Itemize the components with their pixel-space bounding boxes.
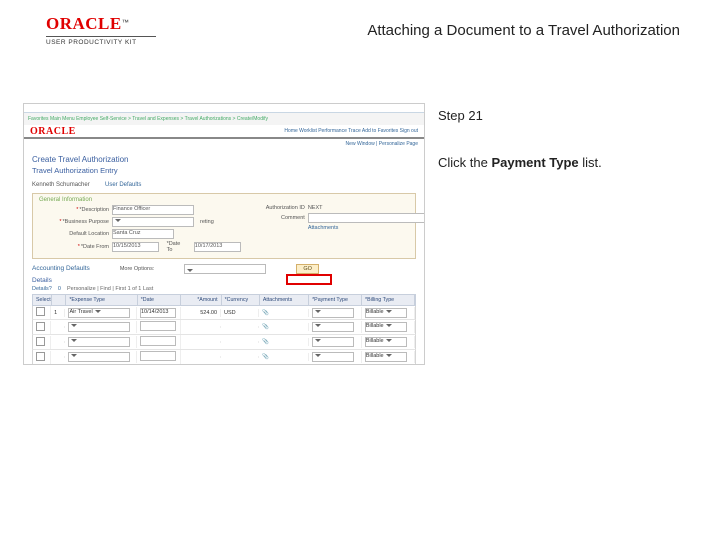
to-label: *Date To <box>167 241 187 253</box>
grid-header: Select *Expense Type *Date *Amount *Curr… <box>32 294 416 306</box>
expense-type-select[interactable] <box>68 352 130 362</box>
col-payment-type: *Payment Type <box>309 295 362 305</box>
row-checkbox[interactable] <box>36 322 45 331</box>
general-info-panel: General Information **DescriptionFinance… <box>32 193 416 259</box>
row-checkbox[interactable] <box>36 307 45 316</box>
date-input[interactable] <box>140 321 176 331</box>
paperclip-icon[interactable]: 📎 <box>262 354 269 360</box>
go-button[interactable]: GO <box>296 264 319 274</box>
top-links[interactable]: Home Worklist Performance Trace Add to F… <box>284 128 418 134</box>
table-row: 📎 Billable <box>32 320 416 335</box>
grid-pager[interactable]: Personalize | Find | First 1 of 1 Last <box>67 286 153 292</box>
instruction-pre: Click the <box>438 155 491 170</box>
brand-text: ORACLE <box>46 14 122 33</box>
embedded-screenshot: Favorites Main Menu Employee Self-Servic… <box>23 103 425 365</box>
page-h1: Create Travel Authorization <box>32 155 416 164</box>
date-to-input[interactable]: 10/17/2013 <box>194 242 241 252</box>
col-amount: *Amount <box>181 295 221 305</box>
comment-label: Comment <box>259 215 305 221</box>
billing-type-select[interactable]: Billable <box>365 322 407 332</box>
row-number <box>51 356 65 358</box>
table-row: 1Air Travel 10/14/2013 524.00USD📎 Billable <box>32 306 416 320</box>
payment-type-select[interactable] <box>312 352 354 362</box>
row-checkbox[interactable] <box>36 352 45 361</box>
details-header: Details <box>32 277 416 284</box>
date-input[interactable]: 10/14/2013 <box>140 308 176 318</box>
oracle-upk-logo: ORACLE™ USER PRODUCTIVITY KIT <box>46 14 156 46</box>
col-attachments: Attachments <box>260 295 309 305</box>
instruction-bold: Payment Type <box>491 155 578 170</box>
col-currency: *Currency <box>222 295 260 305</box>
details-tab[interactable]: Details? <box>32 286 52 292</box>
window-links[interactable]: New Window | Personalize Page <box>24 139 424 149</box>
billing-type-select[interactable]: Billable <box>365 308 407 318</box>
expense-type-select[interactable] <box>68 337 130 347</box>
col-select: Select <box>33 295 52 305</box>
row-checkbox[interactable] <box>36 337 45 346</box>
currency-cell[interactable] <box>221 356 259 358</box>
row-number: 1 <box>51 309 65 317</box>
payment-type-select[interactable] <box>312 308 354 318</box>
date-input[interactable] <box>140 351 176 361</box>
business-purpose-select[interactable] <box>112 217 194 227</box>
desc-label: *Description <box>79 207 109 213</box>
table-row: 📎 Billable <box>32 350 416 365</box>
description-input[interactable]: Finance Officer <box>112 205 194 215</box>
payment-type-select[interactable] <box>312 337 354 347</box>
col-date: *Date <box>138 295 182 305</box>
employee-name: Kenneth Schumacher <box>32 182 90 188</box>
expense-type-select[interactable] <box>68 322 130 332</box>
user-defaults-link[interactable]: User Defaults <box>105 182 141 188</box>
step-label: Step 21 <box>438 108 690 123</box>
page-title: Attaching a Document to a Travel Authori… <box>367 22 680 39</box>
table-row: 📎 Billable <box>32 335 416 350</box>
more-options-select[interactable] <box>184 264 266 274</box>
instruction-post: list. <box>579 155 602 170</box>
attachments-link[interactable]: Attachments <box>308 225 339 231</box>
col-billing-type: *Billing Type <box>362 295 415 305</box>
amount-cell[interactable] <box>181 356 221 358</box>
biz-label: *Business Purpose <box>63 219 109 225</box>
payment-type-select[interactable] <box>312 322 354 332</box>
currency-cell[interactable] <box>221 341 259 343</box>
amount-cell[interactable]: 524.00 <box>181 309 221 317</box>
amount-cell[interactable] <box>181 326 221 328</box>
brand-subtitle: USER PRODUCTIVITY KIT <box>46 36 156 46</box>
from-label: *Date From <box>81 244 109 250</box>
highlight-payment-type[interactable] <box>286 274 332 285</box>
row-number <box>51 341 65 343</box>
breadcrumb: Favorites Main Menu Employee Self-Servic… <box>24 113 424 125</box>
details-tab-2[interactable]: 0 <box>58 286 61 292</box>
amount-cell[interactable] <box>181 341 221 343</box>
loc-label: Default Location <box>39 231 109 237</box>
date-input[interactable] <box>140 336 176 346</box>
more-options-label: More Options: <box>120 266 155 272</box>
comment-input[interactable] <box>308 213 425 223</box>
col-expense-type: *Expense Type <box>66 295 137 305</box>
auth-label: Authorization ID <box>259 205 305 211</box>
row-number <box>51 326 65 328</box>
paperclip-icon[interactable]: 📎 <box>262 310 269 316</box>
billing-type-select[interactable]: Billable <box>365 337 407 347</box>
auth-id-value: NEXT <box>308 205 323 211</box>
currency-cell[interactable]: USD <box>221 309 259 317</box>
date-from-input[interactable]: 10/15/2013 <box>112 242 159 252</box>
currency-cell[interactable] <box>221 326 259 328</box>
paperclip-icon[interactable]: 📎 <box>262 339 269 345</box>
instruction-text: Click the Payment Type list. <box>438 153 690 173</box>
default-location-input[interactable]: Santa Cruz <box>112 229 174 239</box>
paperclip-icon[interactable]: 📎 <box>262 324 269 330</box>
billing-type-select[interactable]: Billable <box>365 352 407 362</box>
app-logo: ORACLE <box>30 126 76 137</box>
page-h2: Travel Authorization Entry <box>32 166 416 175</box>
accounting-defaults-link[interactable]: Accounting Defaults <box>32 265 90 272</box>
expense-type-select[interactable]: Air Travel <box>68 308 130 318</box>
